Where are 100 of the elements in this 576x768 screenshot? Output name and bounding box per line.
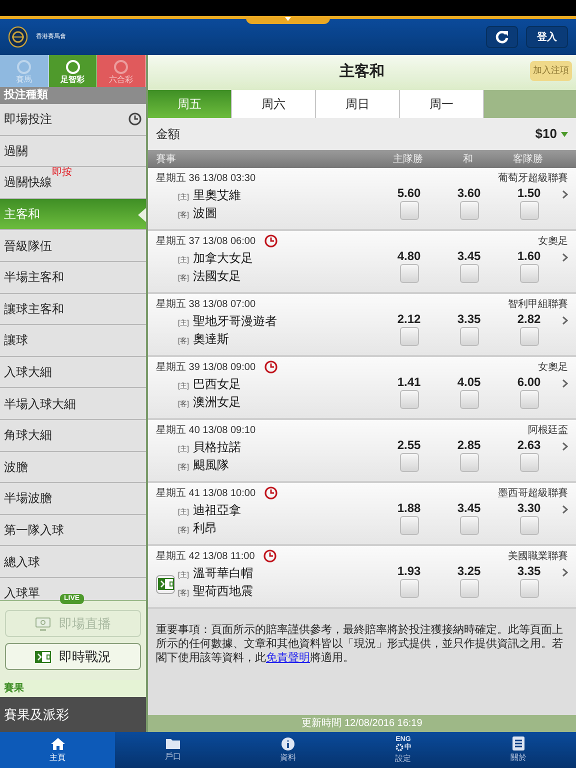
sidebar-item[interactable]: 半場波膽 — [0, 483, 146, 515]
refresh-button[interactable] — [486, 26, 518, 48]
odds-value: 2.85 — [457, 438, 481, 453]
info-icon — [281, 736, 295, 750]
sidebar-item[interactable]: 第一隊入球 — [0, 514, 146, 546]
odds-checkbox[interactable] — [460, 201, 478, 220]
disclaimer-link[interactable]: 免責聲明 — [266, 652, 310, 664]
expand-handle[interactable] — [246, 16, 330, 24]
sidebar-item[interactable]: 晉級隊伍 — [0, 230, 146, 262]
odds-value: 3.25 — [457, 564, 481, 579]
odds-checkbox[interactable] — [460, 264, 478, 283]
chevron-right-icon[interactable] — [562, 253, 568, 262]
sidebar-item[interactable]: 半場主客和 — [0, 262, 146, 294]
sidebar-item[interactable]: 半場入球大細 — [0, 388, 146, 420]
odds-value: 3.30 — [517, 501, 541, 516]
sidebar-item[interactable]: 波膽 — [0, 452, 146, 484]
home-team: 巴西女足 — [192, 376, 241, 393]
odds-checkbox[interactable] — [400, 516, 418, 535]
odds-checkbox[interactable] — [520, 264, 538, 283]
odds-checkbox[interactable] — [400, 390, 418, 409]
amount-dropdown[interactable]: $10 — [535, 124, 568, 144]
match-info: 星期五 41 13/08 10:00 — [156, 486, 256, 500]
sidebar-item[interactable]: 過關 — [0, 136, 146, 168]
home-icon — [50, 736, 66, 750]
day-tab[interactable]: 周日 — [316, 90, 400, 118]
odds-checkbox[interactable] — [520, 327, 538, 346]
caret-down-icon — [561, 132, 568, 136]
odds-checkbox[interactable] — [460, 453, 478, 472]
chevron-right-icon[interactable] — [562, 190, 568, 199]
odds-checkbox[interactable] — [520, 516, 538, 535]
away-team: 聖荷西地震 — [192, 583, 253, 600]
odds-value: 2.12 — [397, 312, 421, 327]
odds-value: 1.50 — [517, 186, 541, 201]
day-tab[interactable]: 周一 — [400, 90, 484, 118]
sidebar-item[interactable]: 過關快線 即按 — [0, 167, 146, 199]
match-info: 星期五 36 13/08 03:30 — [156, 172, 256, 186]
away-team: 法國女足 — [192, 268, 241, 285]
tab-bar-item[interactable]: 關於 — [460, 732, 576, 768]
odds-checkbox[interactable] — [520, 390, 538, 409]
match-info: 星期五 42 13/08 11:00 — [156, 550, 255, 564]
chevron-right-icon[interactable] — [562, 442, 568, 451]
odds-value: 2.55 — [397, 438, 421, 453]
chevron-right-icon[interactable] — [562, 505, 568, 514]
sidebar-item[interactable]: 總入球 — [0, 546, 146, 578]
away-team: 奧達斯 — [192, 331, 229, 348]
odds-value: 1.41 — [397, 375, 421, 390]
sidebar-item-label: 主客和 — [4, 206, 40, 224]
league-name: 智利甲組聯賽 — [508, 298, 568, 312]
chevron-right-icon[interactable] — [562, 379, 568, 388]
folder-icon — [164, 737, 181, 750]
odds-checkbox[interactable] — [460, 390, 478, 409]
league-name: 女奧足 — [538, 360, 568, 374]
chevron-right-icon[interactable] — [562, 568, 568, 577]
odds-checkbox[interactable] — [460, 579, 478, 598]
monitor-icon — [35, 616, 51, 630]
odds-value: 4.05 — [457, 375, 481, 390]
odds-checkbox[interactable] — [520, 453, 538, 472]
logo-icon — [8, 26, 28, 48]
home-team: 迪祖亞拿 — [192, 502, 241, 519]
away-team: 波圖 — [192, 205, 217, 222]
tab-bar-item[interactable]: 主頁 — [0, 732, 116, 768]
disclaimer-text: 重要事項：頁面所示的賠率謹供參考，最終賠率將於投注獲接納時確定。此等頁面上所示的任何數據、文章和其他資料皆以「現況」形式提供，並只作提供資訊之用。若閣下使用該等資料，此免責聲明將適用。 — [156, 623, 564, 665]
live-tracker-icon[interactable] — [156, 574, 175, 594]
odds-checkbox[interactable] — [520, 579, 538, 598]
sport-tab[interactable]: 足智彩 — [48, 55, 98, 87]
odds-value: 5.60 — [397, 186, 421, 201]
tab-bar-item[interactable]: 戶口 — [115, 732, 230, 768]
odds-checkbox[interactable] — [400, 453, 418, 472]
home-team: 里奧艾維 — [192, 187, 241, 204]
odds-checkbox[interactable] — [460, 327, 478, 346]
sidebar-item[interactable]: 角球大細 — [0, 420, 146, 452]
home-team: 聖地牙哥漫遊者 — [192, 313, 277, 330]
away-team: 利昂 — [192, 520, 217, 537]
sidebar-item[interactable]: 即場投注 — [0, 104, 146, 136]
day-tab[interactable]: 周六 — [232, 90, 316, 118]
sidebar-item[interactable]: 讓球 — [0, 325, 146, 357]
odds-checkbox[interactable] — [400, 201, 418, 220]
odds-checkbox[interactable] — [400, 264, 418, 283]
league-name: 墨西哥超級聯賽 — [498, 486, 568, 500]
odds-checkbox[interactable] — [460, 516, 478, 535]
sidebar-item[interactable]: 讓球主客和 — [0, 294, 146, 326]
odds-checkbox[interactable] — [400, 327, 418, 346]
chevron-right-icon[interactable] — [562, 316, 568, 325]
odds-value: 3.35 — [517, 564, 541, 579]
list-icon — [512, 736, 525, 751]
sidebar-item[interactable]: 入球大細 — [0, 356, 146, 388]
sidebar-item[interactable]: 賽果及派彩 — [0, 697, 146, 732]
login-button[interactable]: 登入 — [526, 26, 568, 48]
sidebar-item-label: 過關 — [4, 142, 28, 160]
league-name: 女奧足 — [538, 234, 568, 248]
column-header: 和 — [462, 152, 474, 166]
odds-value: 1.93 — [397, 564, 421, 579]
sidebar-item-label: 半場主客和 — [4, 269, 64, 286]
sidebar-item-label: 晉級隊伍 — [4, 238, 52, 255]
odds-checkbox[interactable] — [400, 579, 418, 598]
home-team: 溫哥華白帽 — [192, 565, 253, 582]
page-title: 主客和 — [340, 62, 384, 82]
odds-checkbox[interactable] — [520, 201, 538, 220]
live-button[interactable]: 即時戰況 — [5, 643, 141, 670]
tab-bar-item[interactable]: 資料 — [230, 732, 346, 768]
